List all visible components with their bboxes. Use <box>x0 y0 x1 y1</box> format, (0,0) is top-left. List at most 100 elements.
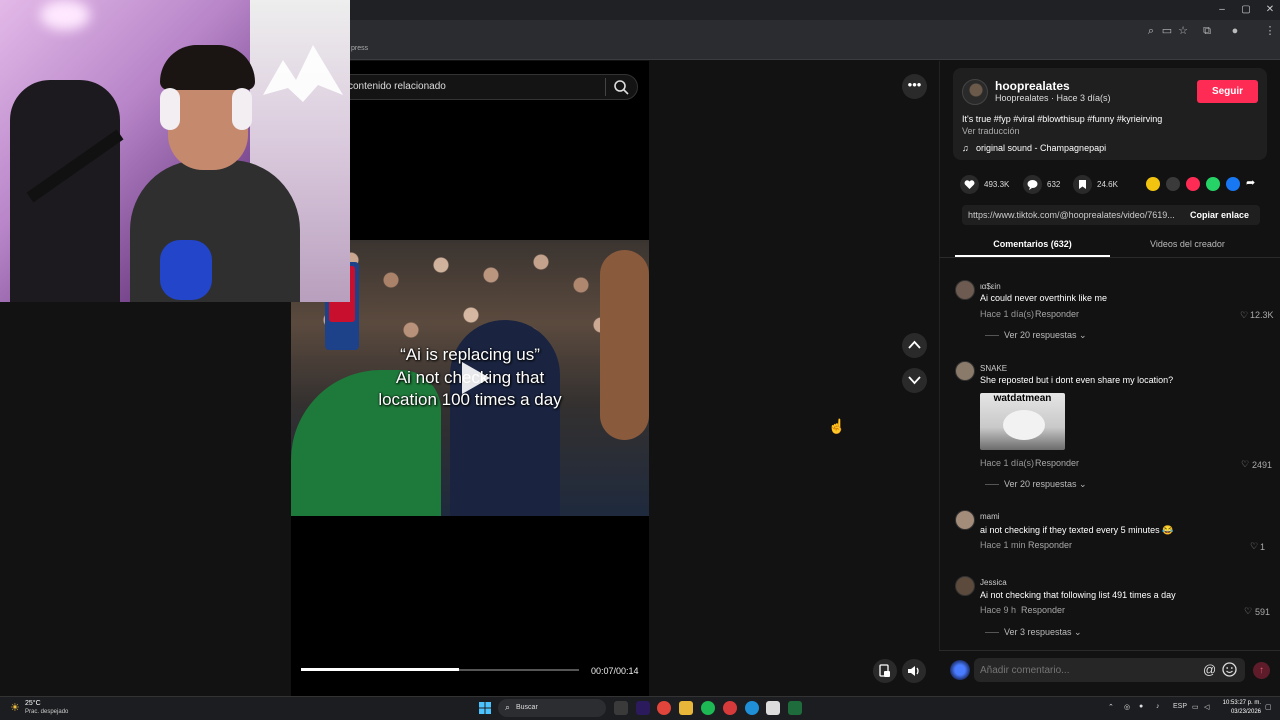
star-icon[interactable]: ☆ <box>1175 23 1191 39</box>
cast-icon[interactable]: ▭ <box>1159 23 1175 39</box>
windows-start-icon[interactable] <box>479 702 491 714</box>
tray-chevron-icon[interactable]: ⌃ <box>1108 703 1114 711</box>
comment-time: Hace 1 día(s) <box>980 458 1035 468</box>
reply-button[interactable]: Responder <box>1021 605 1065 615</box>
comment-like-count: 12.3K <box>1250 310 1274 320</box>
weather-temp[interactable]: 25°C <box>25 700 41 707</box>
whatsapp-icon[interactable] <box>1206 177 1220 191</box>
emoji-icon[interactable] <box>1222 662 1237 677</box>
video-link[interactable]: https://www.tiktok.com/@hooprealates/vid… <box>968 210 1180 220</box>
video-progress-fill <box>301 668 459 671</box>
video-time: 00:07/00:14 <box>591 666 639 676</box>
tab-creator-videos[interactable]: Videos del creador <box>1110 239 1265 249</box>
edge-icon[interactable] <box>745 701 759 715</box>
miniplayer-button[interactable] <box>873 659 897 683</box>
network-icon[interactable]: ▭ <box>1192 703 1199 711</box>
reply-button[interactable]: Responder <box>1028 540 1072 550</box>
weather-icon[interactable]: ☀ <box>10 701 20 714</box>
chrome-alt-icon[interactable] <box>723 701 737 715</box>
comment-username[interactable]: SNAKE <box>980 364 1007 373</box>
volume-tray-icon[interactable]: ◁ <box>1204 703 1209 711</box>
save-button[interactable] <box>1073 175 1092 194</box>
chrome-icon[interactable] <box>657 701 671 715</box>
like-count: 493.3K <box>984 180 1010 189</box>
comment-avatar[interactable] <box>955 510 975 530</box>
comment-avatar[interactable] <box>955 280 975 300</box>
replies-divider <box>985 484 999 485</box>
view-replies-button[interactable]: Ver 3 respuestas ⌄ <box>1004 627 1082 638</box>
task-view-icon[interactable] <box>614 701 628 715</box>
minimize-button[interactable]: – <box>1210 2 1234 18</box>
embed-code-icon[interactable] <box>1166 177 1180 191</box>
search-divider <box>605 78 606 96</box>
file-explorer-icon[interactable] <box>679 701 693 715</box>
store-icon[interactable] <box>766 701 780 715</box>
tray-mic-icon[interactable]: ♪ <box>1156 703 1160 710</box>
next-video-button[interactable] <box>902 368 927 393</box>
mention-icon[interactable]: @ <box>1203 662 1216 677</box>
send-comment-button[interactable]: ↑ <box>1253 662 1270 679</box>
comment-button[interactable] <box>1023 175 1042 194</box>
bookmark-item[interactable]: press <box>351 45 368 52</box>
share-send-icon[interactable] <box>1186 177 1200 191</box>
notification-icon[interactable]: ▢ <box>1265 703 1272 711</box>
taskbar-search[interactable] <box>498 699 606 717</box>
like-button[interactable] <box>960 175 979 194</box>
author-subline: Hooprealates · Hace 3 día(s) <box>995 93 1111 103</box>
volume-button[interactable] <box>902 659 926 683</box>
comment-username[interactable]: Jessica <box>980 578 1007 587</box>
comment-username[interactable]: ια$εin <box>980 282 1001 291</box>
taskbar-search-icon: ⌕ <box>505 702 511 712</box>
tab-comments[interactable]: Comentarios (632) <box>955 239 1110 249</box>
profile-icon[interactable]: ● <box>1227 23 1243 39</box>
webcam-ceiling-light <box>40 0 90 30</box>
comment-image-caption: watdatmean <box>993 393 1052 404</box>
webcam-person-body <box>130 160 300 302</box>
view-replies-button[interactable]: Ver 20 respuestas ⌄ <box>1004 330 1087 341</box>
play-icon[interactable] <box>458 360 492 396</box>
share-arrow-icon[interactable]: ➦ <box>1246 176 1255 189</box>
comment-username[interactable]: mami <box>980 512 1000 521</box>
reply-button[interactable]: Responder <box>1035 309 1079 319</box>
tray-app-icon[interactable]: ◎ <box>1124 703 1130 711</box>
view-replies-button[interactable]: Ver 20 respuestas ⌄ <box>1004 479 1087 490</box>
copy-link-button[interactable]: Copiar enlace <box>1190 210 1249 220</box>
premiere-icon[interactable] <box>636 701 650 715</box>
webcam-person-hair <box>160 45 255 90</box>
maximize-button[interactable]: ▢ <box>1234 2 1258 18</box>
comment-avatar[interactable] <box>955 361 975 381</box>
reply-button[interactable]: Responder <box>1035 458 1079 468</box>
comment-icon <box>1027 180 1038 190</box>
comment-text: ai not checking if they texted every 5 m… <box>980 525 1174 535</box>
comment-avatar[interactable] <box>955 576 975 596</box>
menu-icon[interactable]: ⋮ <box>1262 23 1278 39</box>
tray-chrome-icon[interactable]: ● <box>1139 703 1143 710</box>
headphones-left <box>160 88 180 130</box>
comment-like-heart-icon[interactable]: ♡ <box>1240 310 1248 321</box>
zoom-icon[interactable]: ⌕ <box>1143 23 1159 39</box>
facebook-icon[interactable] <box>1226 177 1240 191</box>
previous-video-button[interactable] <box>902 333 927 358</box>
language-indicator[interactable]: ESP <box>1173 703 1187 710</box>
webcam-plush-toy <box>160 240 212 300</box>
save-count: 24.6K <box>1097 180 1118 189</box>
comment-like-heart-icon[interactable]: ♡ <box>1241 459 1249 470</box>
author-avatar[interactable] <box>962 79 988 105</box>
translate-link[interactable]: Ver traducción <box>962 126 1020 136</box>
clock-time[interactable]: 10:53:27 p. m. <box>1221 700 1261 706</box>
video-description: It's true #fyp #viral #blowthisup #funny… <box>962 114 1163 124</box>
excel-icon[interactable] <box>788 701 802 715</box>
clock-date[interactable]: 03/23/2026 <box>1221 709 1261 715</box>
share-coin-icon[interactable] <box>1146 177 1160 191</box>
extensions-icon[interactable]: ⧉ <box>1199 23 1215 39</box>
comment-like-heart-icon[interactable]: ♡ <box>1244 606 1252 617</box>
webcam-overlay <box>0 0 350 302</box>
search-icon[interactable] <box>613 79 629 95</box>
sound-link[interactable]: original sound - Champagnepapi <box>976 143 1106 153</box>
close-window-button[interactable]: ✕ <box>1258 2 1280 18</box>
author-username[interactable]: hooprealates <box>995 79 1070 93</box>
more-options-button[interactable]: ••• <box>902 74 927 99</box>
spotify-icon[interactable] <box>701 701 715 715</box>
comment-like-heart-icon[interactable]: ♡ <box>1250 541 1258 552</box>
follow-button[interactable]: Seguir <box>1197 80 1258 103</box>
